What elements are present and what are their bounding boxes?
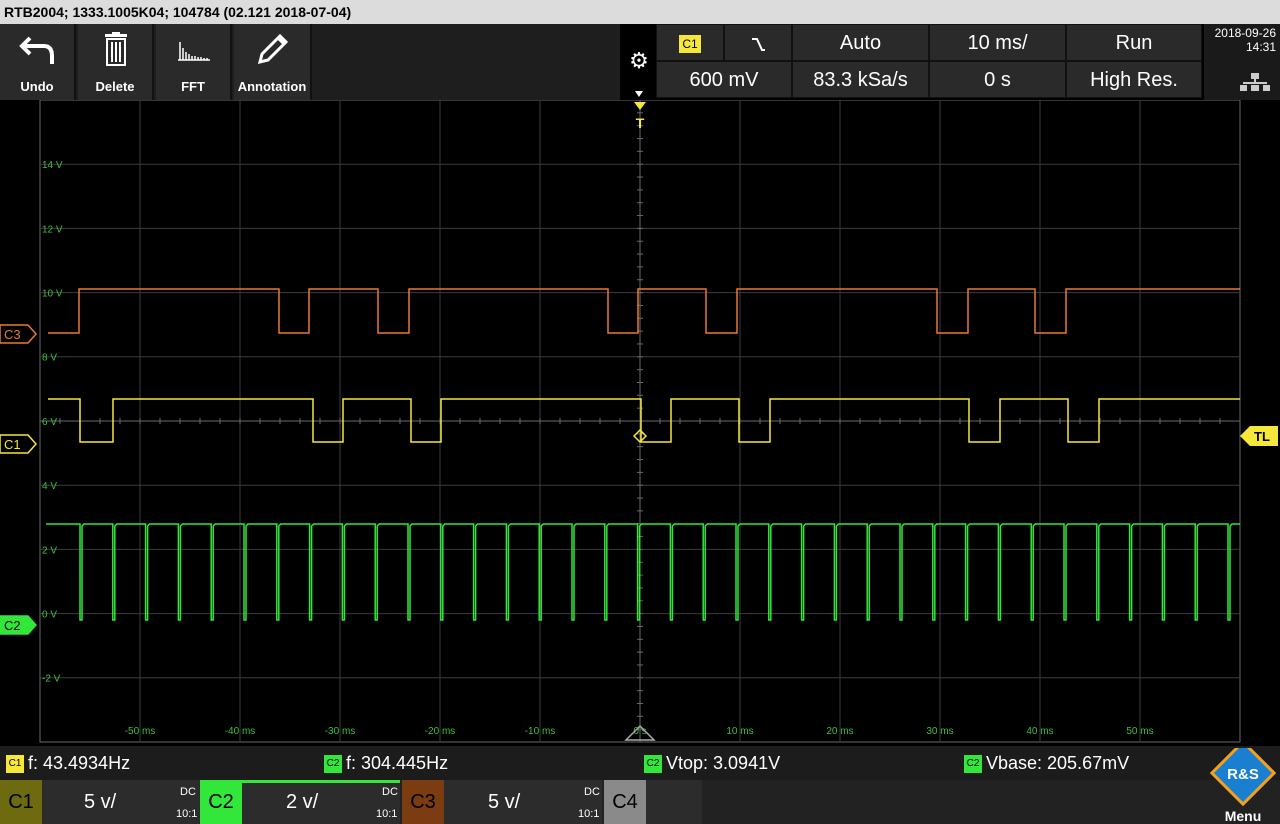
trigger-source-cell[interactable]: C1 <box>656 24 724 61</box>
trigger-slope-cell[interactable] <box>724 24 792 61</box>
time-label: 30 ms <box>926 726 953 737</box>
network-icon <box>1240 73 1270 91</box>
chevron-down-icon[interactable] <box>634 90 644 98</box>
measurement-tag: C2 <box>644 755 662 774</box>
time-label: -40 ms <box>225 726 256 737</box>
voltage-label: 4 V <box>42 481 57 492</box>
channel-c2[interactable]: C2 2 v/ DC 10:1 <box>200 780 400 824</box>
channel-scale: 2 v/ <box>286 791 319 813</box>
fft-spectrum-icon <box>178 42 210 61</box>
undo-button[interactable]: Undo <box>0 24 76 100</box>
measurement-text: f: 43.4934Hz <box>28 753 131 773</box>
trigger-position-marker <box>634 102 646 110</box>
channel-c3[interactable]: C3 5 v/ DC 10:1 <box>402 780 602 824</box>
waveform-display[interactable]: 14 V 12 V 10 V 8 V 6 V 4 V 2 V 0 V -2 V -50 ms -40… <box>0 99 1280 746</box>
time-label: -10 ms <box>525 726 556 737</box>
trash-icon <box>105 32 127 66</box>
trigger-level-label: TL <box>1254 429 1270 444</box>
time-label: 50 ms <box>1126 726 1153 737</box>
time-text: 14:31 <box>1245 40 1276 54</box>
channel-bar: C1 5 v/ DC 10:1 C2 2 v/ DC 10:1 C3 5 v/ … <box>0 780 1280 824</box>
c1-marker-label: C1 <box>4 437 21 452</box>
annotation-button[interactable]: Annotation <box>234 24 312 100</box>
falling-edge-icon <box>752 37 765 51</box>
channel-probe: 10:1 <box>176 808 198 820</box>
delete-button[interactable]: Delete <box>78 24 154 100</box>
channel-name: C2 <box>200 780 242 824</box>
time-label: 20 ms <box>826 726 853 737</box>
voltage-label: 8 V <box>42 353 57 364</box>
c3-marker-label: C3 <box>4 327 21 342</box>
channel-probe: 10:1 <box>376 808 398 820</box>
trigger-level-cell[interactable]: 600 mV <box>656 61 792 98</box>
measurement-c2-freq[interactable]: C2 f: 304.445Hz <box>324 751 448 775</box>
c2-waveform <box>46 523 1240 621</box>
channel-scale: 5 v/ <box>488 791 521 813</box>
measurement-text: f: 304.445Hz <box>346 753 449 773</box>
measurement-tag: C2 <box>964 755 982 774</box>
voltage-label: 14 V <box>42 160 63 171</box>
measurement-c2-vbase[interactable]: C2 Vbase: 205.67mV <box>964 751 1129 775</box>
fft-button[interactable]: FFT <box>156 24 232 100</box>
channel-name: C3 <box>402 780 444 824</box>
active-channel-indicator <box>200 780 400 783</box>
timebase-cell[interactable]: 10 ms/ <box>929 24 1066 61</box>
voltage-label: 0 V <box>42 610 57 621</box>
time-label: -20 ms <box>425 726 456 737</box>
channel-c4[interactable]: C4 <box>604 780 702 824</box>
waveform-svg[interactable]: 14 V 12 V 10 V 8 V 6 V 4 V 2 V 0 V -2 V -50 ms -40… <box>0 99 1280 746</box>
channel-probe: 10:1 <box>578 808 600 820</box>
rs-logo-icon: R&S <box>1209 739 1277 807</box>
voltage-label: 10 V <box>42 289 63 300</box>
voltage-label: 12 V <box>42 224 63 235</box>
menu-label: Menu <box>1224 808 1262 824</box>
time-offset-cell[interactable]: 0 s <box>929 61 1066 98</box>
channel-coupling: DC <box>382 786 398 798</box>
channel-coupling: DC <box>584 786 600 798</box>
measurement-bar: C1 f: 43.4934Hz C2 f: 304.445Hz C2 Vtop: 3.… <box>0 746 1280 780</box>
date-text: 2018-09-26 <box>1214 26 1276 40</box>
run-state-cell[interactable]: Run <box>1066 24 1202 61</box>
date-time-box: 2018-09-26 14:31 <box>1204 24 1280 100</box>
acquisition-mode-cell[interactable]: High Res. <box>1066 61 1202 98</box>
settings-gear-icon[interactable]: ⚙ <box>624 46 654 76</box>
time-label: 10 ms <box>726 726 753 737</box>
channel-name: C4 <box>604 780 646 824</box>
c3-waveform <box>48 288 1240 334</box>
time-label: -30 ms <box>325 726 356 737</box>
measurement-tag: C1 <box>6 755 24 774</box>
menu-button[interactable]: R&S Menu <box>1206 739 1280 824</box>
channel-name: C1 <box>0 780 42 824</box>
measurement-text: Vtop: 3.0941V <box>666 753 781 773</box>
measurement-c2-vtop[interactable]: C2 Vtop: 3.0941V <box>644 751 780 775</box>
time-label: -50 ms <box>125 726 156 737</box>
time-label: 40 ms <box>1026 726 1053 737</box>
trigger-marker-label: T <box>636 115 645 131</box>
trigger-source-badge: C1 <box>679 34 701 53</box>
acquisition-params: C1 Auto 10 ms/ Run 600 mV 83.3 kSa/s 0 s… <box>656 24 1202 100</box>
undo-label: Undo <box>20 79 54 94</box>
undo-icon <box>19 36 54 64</box>
voltage-label: -2 V <box>42 674 61 685</box>
c2-marker-label: C2 <box>4 618 21 633</box>
measurement-c1-freq[interactable]: C1 f: 43.4934Hz <box>6 751 130 775</box>
channel-scale: 5 v/ <box>84 791 117 813</box>
sample-rate-cell[interactable]: 83.3 kSa/s <box>792 61 929 98</box>
rs-logo-text: R&S <box>1227 766 1259 783</box>
delete-label: Delete <box>95 79 135 94</box>
toolbar: Undo Delete FFT Annotation <box>0 24 620 100</box>
channel-c1[interactable]: C1 5 v/ DC 10:1 <box>0 780 200 824</box>
trigger-mode-cell[interactable]: Auto <box>792 24 929 61</box>
measurement-text: Vbase: 205.67mV <box>986 753 1130 773</box>
fft-label: FFT <box>181 79 205 94</box>
pencil-icon <box>257 33 289 65</box>
voltage-label: 2 V <box>42 545 57 556</box>
title-bar: RTB2004; 1333.1005K04; 104784 (02.121 20… <box>0 0 1280 24</box>
annotation-label: Annotation <box>237 79 307 94</box>
channel-coupling: DC <box>180 786 196 798</box>
voltage-label: 6 V <box>42 417 57 428</box>
measurement-tag: C2 <box>324 755 342 774</box>
